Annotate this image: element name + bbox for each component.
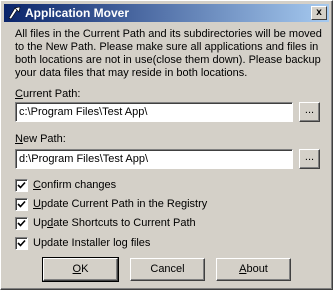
- current-path-browse-button[interactable]: ...: [299, 102, 320, 122]
- checkbox-box[interactable]: [15, 198, 28, 211]
- description-text: All files in the Current Path and its su…: [15, 28, 322, 79]
- app-mover-icon: [7, 5, 23, 21]
- about-button[interactable]: About: [216, 258, 291, 281]
- checkbox-box[interactable]: [15, 237, 28, 250]
- checkbox-label: Update Installer log files: [33, 237, 151, 249]
- checkbox-box[interactable]: [15, 179, 28, 192]
- checkmark-icon: [17, 219, 26, 227]
- close-button[interactable]: x: [311, 6, 327, 20]
- new-path-label: New Path:: [15, 133, 66, 145]
- close-icon: x: [316, 7, 322, 18]
- cancel-button[interactable]: Cancel: [130, 258, 205, 281]
- current-path-input[interactable]: c:\Program Files\Test App\: [15, 102, 293, 122]
- checkmark-icon: [17, 181, 26, 189]
- new-path-input[interactable]: d:\Program Files\Test App\: [15, 149, 293, 169]
- new-path-browse-button[interactable]: ...: [299, 149, 320, 169]
- checkbox-box[interactable]: [15, 217, 28, 230]
- title-bar[interactable]: Application Mover x: [4, 4, 329, 22]
- current-path-label: Current Path:: [15, 88, 81, 100]
- checkbox-label: Update Current Path in the Registry: [33, 198, 208, 210]
- checkmark-icon: [17, 239, 26, 247]
- checkmark-icon: [17, 200, 26, 208]
- checkbox-label: Confirm changes: [33, 179, 117, 191]
- window-title: Application Mover: [25, 6, 130, 20]
- checkbox-label: Update Shortcuts to Current Path: [33, 217, 196, 229]
- ok-button[interactable]: OK: [42, 257, 119, 282]
- app-mover-window: Application Mover x All files in the Cur…: [0, 0, 333, 290]
